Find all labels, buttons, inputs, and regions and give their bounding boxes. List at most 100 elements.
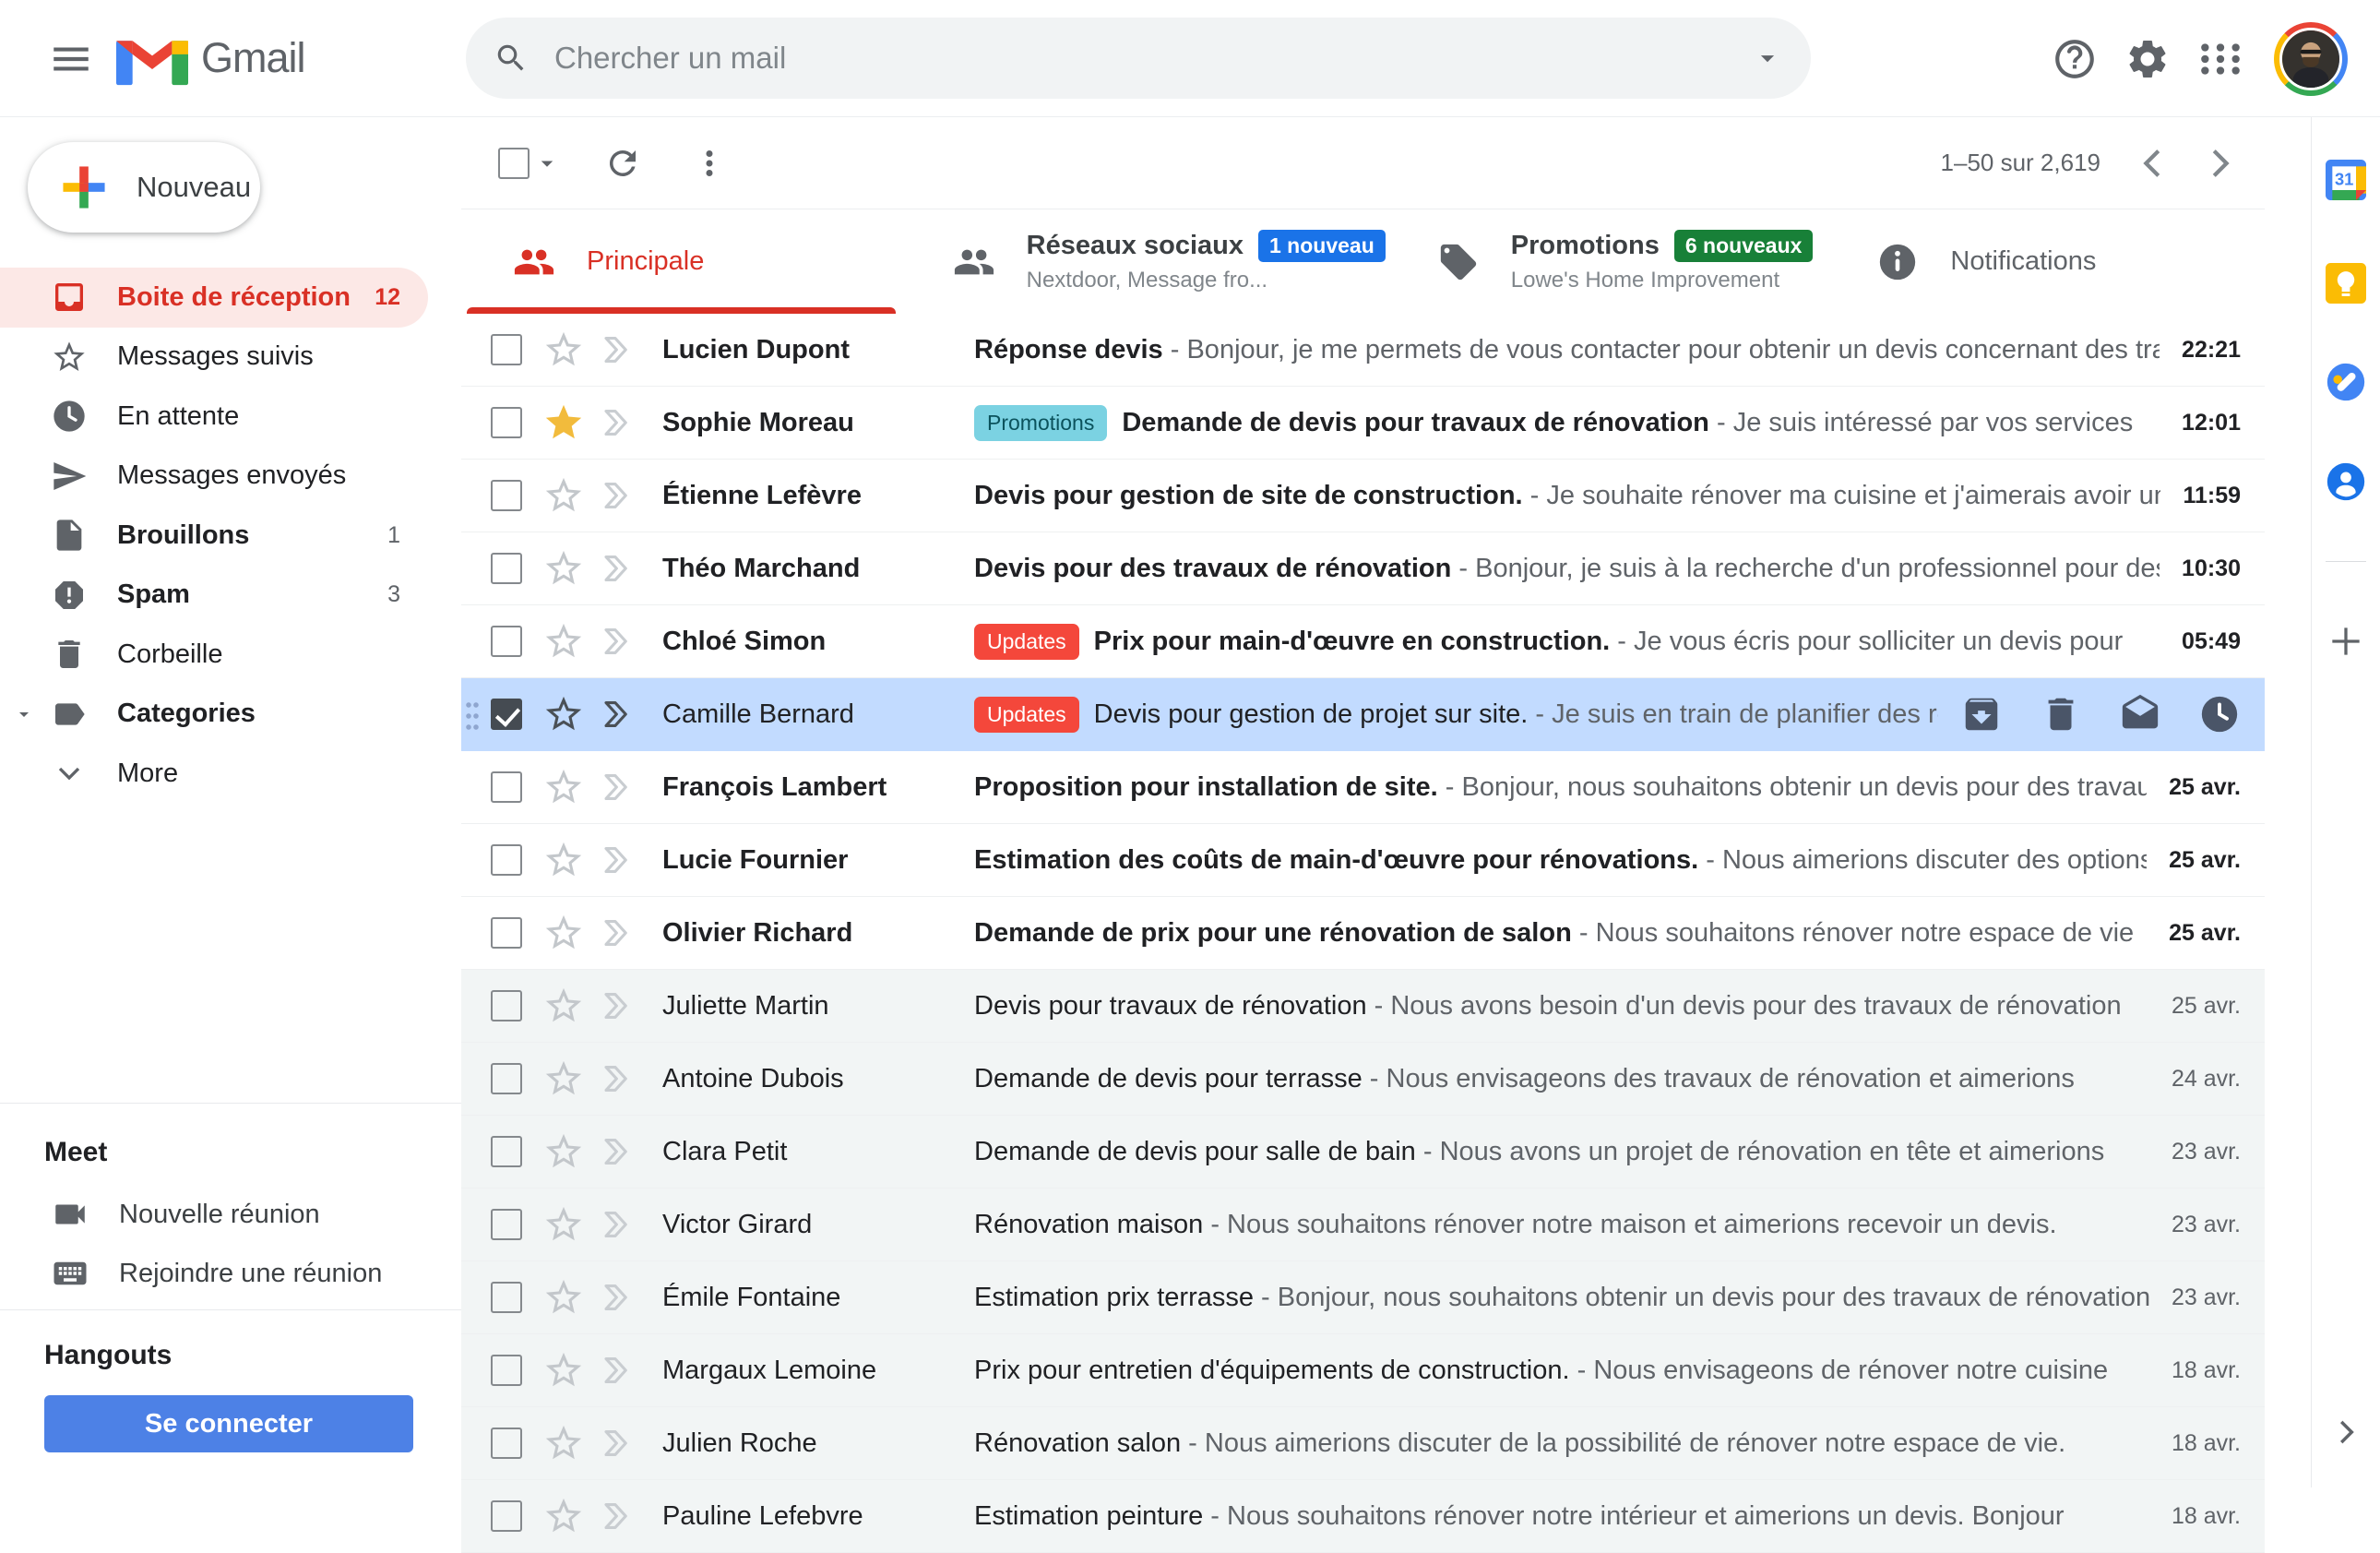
star-icon[interactable] [542,1057,585,1100]
email-checkbox[interactable] [491,1282,522,1313]
email-row[interactable]: Juliette Martin Devis pour travaux de ré… [461,970,2265,1043]
contacts-icon[interactable] [2326,461,2366,502]
email-row[interactable]: Clara Petit Demande de devis pour salle … [461,1116,2265,1189]
email-row[interactable]: Margaux Lemoine Prix pour entretien d'éq… [461,1334,2265,1407]
email-checkbox[interactable] [491,1209,522,1240]
email-checkbox[interactable] [491,480,522,511]
search-options-caret-icon[interactable] [1752,42,1783,74]
search-input[interactable] [554,41,1752,76]
sidebar-item-starred[interactable]: Messages suivis [0,328,428,388]
hamburger-icon[interactable] [48,36,94,82]
tab-promotions[interactable]: Promotions6 nouveaux Lowe's Home Improve… [1386,209,1826,314]
refresh-icon[interactable] [603,144,642,183]
select-caret-icon[interactable] [533,149,561,177]
delete-button[interactable] [2040,693,2082,735]
tab-primary[interactable]: Principale [461,209,901,314]
next-page-chevron-icon[interactable] [2198,142,2241,185]
search-icon[interactable] [494,41,529,76]
archive-button[interactable] [1960,693,2003,735]
expand-caret-icon[interactable] [13,703,35,725]
mark-read-button[interactable] [2119,693,2161,735]
star-icon[interactable] [542,547,585,590]
email-row[interactable]: Émile Fontaine Estimation prix terrasse … [461,1261,2265,1334]
email-row[interactable]: Lucie Fournier Estimation des coûts de m… [461,824,2265,897]
sidebar-item-trash[interactable]: Corbeille [0,625,428,685]
email-checkbox[interactable] [491,699,522,730]
snooze-button[interactable] [2198,693,2241,735]
compose-button[interactable]: Nouveau [28,142,260,233]
star-icon[interactable] [542,620,585,663]
email-row[interactable]: Étienne Lefèvre Devis pour gestion de si… [461,460,2265,532]
apps-grid-icon[interactable] [2197,36,2243,82]
sidebar-item-spam[interactable]: Spam 3 [0,566,428,626]
email-row[interactable]: Chloé Simon Updates Prix pour main-d'œuv… [461,605,2265,678]
sidebar-item-categories[interactable]: Categories [0,685,428,745]
email-row[interactable]: Lucien Dupont Réponse devis - Bonjour, j… [461,314,2265,387]
sidebar-item-inbox[interactable]: Boite de réception 12 [0,268,428,328]
help-icon[interactable] [2052,36,2098,82]
email-row[interactable]: Antoine Dubois Demande de devis pour ter… [461,1043,2265,1116]
email-checkbox[interactable] [491,334,522,365]
email-checkbox[interactable] [491,407,522,438]
sidebar-item-join-meeting[interactable]: Rejoindre une réunion [0,1244,461,1303]
more-vert-icon[interactable] [690,144,729,183]
search-bar[interactable] [466,18,1811,99]
sidebar-item-more[interactable]: More [0,744,428,804]
email-row[interactable]: Sophie Moreau Promotions Demande de devi… [461,387,2265,460]
sidebar-item-sent[interactable]: Messages envoyés [0,447,428,507]
star-icon[interactable] [542,1422,585,1464]
star-icon[interactable] [542,474,585,517]
star-icon[interactable] [542,1495,585,1537]
email-time: 05:49 [2182,628,2241,655]
email-checkbox[interactable] [491,844,522,876]
star-icon[interactable] [542,1130,585,1173]
email-checkbox[interactable] [491,990,522,1021]
email-checkbox[interactable] [491,771,522,803]
tab-notifications[interactable]: Notifications [1825,209,2265,314]
drag-handle[interactable] [465,699,479,731]
select-all-checkbox[interactable] [498,148,530,179]
star-icon[interactable] [542,693,585,735]
email-row[interactable]: Julien Roche Rénovation salon - Nous aim… [461,1407,2265,1480]
sidebar-item-snoozed[interactable]: En attente [0,387,428,447]
star-icon[interactable] [542,839,585,881]
active-tab-underline [467,307,896,314]
chevron-right-icon[interactable] [2328,1415,2363,1450]
email-checkbox[interactable] [491,1355,522,1386]
gear-icon[interactable] [2124,36,2171,82]
star-icon[interactable] [542,1276,585,1319]
plus-icon[interactable] [2326,621,2366,662]
email-row[interactable]: Camille Bernard Updates Devis pour gesti… [461,678,2265,751]
tasks-icon[interactable] [2326,362,2366,402]
star-icon[interactable] [542,985,585,1027]
email-checkbox[interactable] [491,1428,522,1459]
email-row[interactable]: Théo Marchand Devis pour des travaux de … [461,532,2265,605]
email-checkbox[interactable] [491,553,522,584]
prev-page-chevron-icon[interactable] [2132,142,2174,185]
sidebar-item-label: Brouillons [117,520,249,551]
tab-social[interactable]: Réseaux sociaux1 nouveau Nextdoor, Messa… [901,209,1386,314]
email-subject-snippet: Devis pour travaux de rénovation - Nous … [974,991,2149,1021]
email-row[interactable]: Victor Girard Rénovation maison - Nous s… [461,1189,2265,1261]
avatar[interactable] [2274,22,2348,96]
star-icon[interactable] [542,1349,585,1392]
star-icon[interactable] [542,1203,585,1246]
email-row[interactable]: François Lambert Proposition pour instal… [461,751,2265,824]
star-icon[interactable] [542,329,585,371]
email-checkbox[interactable] [491,1136,522,1167]
email-row[interactable]: Pauline Lefebvre Estimation peinture - N… [461,1480,2265,1553]
email-row[interactable]: Olivier Richard Demande de prix pour une… [461,897,2265,970]
calendar-icon[interactable]: 31 [2326,160,2366,200]
email-checkbox[interactable] [491,1063,522,1094]
email-checkbox[interactable] [491,917,522,949]
email-checkbox[interactable] [491,1500,522,1532]
hangouts-signin-button[interactable]: Se connecter [44,1395,413,1452]
star-icon[interactable] [542,912,585,954]
star-filled-icon[interactable] [542,401,585,444]
gmail-logo[interactable]: Gmail [116,30,305,86]
email-checkbox[interactable] [491,626,522,657]
sidebar-item-new-meeting[interactable]: Nouvelle réunion [0,1185,461,1244]
keep-icon[interactable] [2326,263,2366,304]
star-icon[interactable] [542,766,585,808]
sidebar-item-drafts[interactable]: Brouillons 1 [0,506,428,566]
